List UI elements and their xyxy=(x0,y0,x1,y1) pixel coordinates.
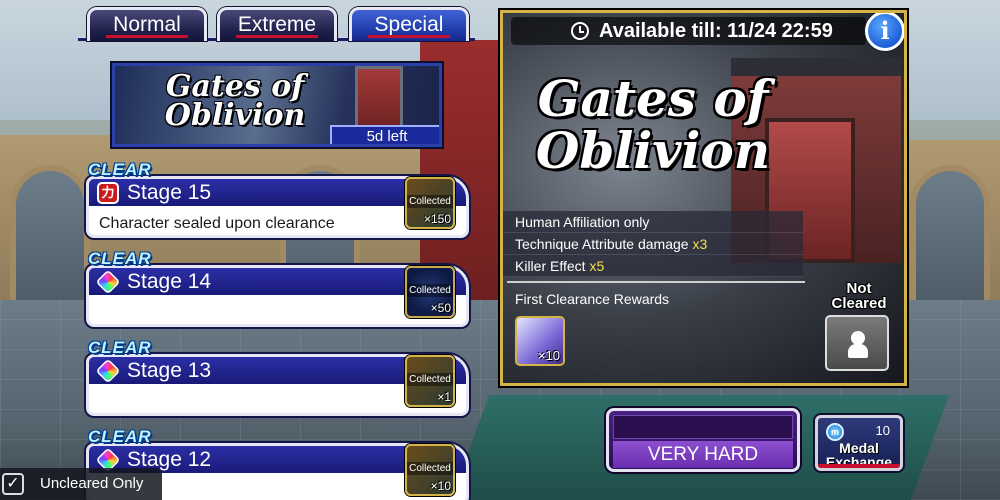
not-cleared-line2: Cleared xyxy=(831,295,887,312)
availability-bar: Available till: 11/24 22:59 xyxy=(511,17,866,45)
medal-coin-icon: m xyxy=(826,423,844,441)
stage-item-13[interactable]: CLEAR Stage 13 Collected ×1 xyxy=(86,338,469,416)
reward-quantity: ×10 xyxy=(537,348,560,363)
medal-label-line1: Medal xyxy=(839,440,879,456)
reward-quantity: ×10 xyxy=(430,479,451,493)
event-banner-title: Gates of Oblivion xyxy=(145,69,325,133)
reward-quantity: ×50 xyxy=(430,301,451,315)
tab-extreme[interactable]: Extreme xyxy=(217,7,337,41)
clear-tag: CLEAR xyxy=(88,249,152,268)
tab-special[interactable]: Special xyxy=(349,7,469,41)
collected-label: Collected xyxy=(407,373,453,386)
rainbow-attribute-icon xyxy=(95,358,121,384)
condition-text: Killer Effect xyxy=(515,258,590,274)
detail-title-line1: Gates of xyxy=(537,69,769,128)
stage-name: Stage 15 xyxy=(127,181,212,204)
condition-row: Human Affiliation only xyxy=(503,211,803,233)
checkbox[interactable]: ✓ xyxy=(2,473,24,495)
stage-conditions: Human Affiliation only Technique Attribu… xyxy=(503,211,803,277)
tab-accent-bar xyxy=(236,35,318,38)
collected-label: Collected xyxy=(407,462,453,475)
power-icon: 力 xyxy=(97,182,119,204)
event-detail-panel: Available till: 11/24 22:59 i Gates of O… xyxy=(500,10,907,386)
stage-reward-icon[interactable]: Collected ×50 xyxy=(405,266,455,318)
tab-accent-bar xyxy=(368,35,450,38)
not-cleared-line1: Not xyxy=(846,280,872,297)
tab-label: Special xyxy=(374,13,444,36)
stage-name: Stage 14 xyxy=(127,270,212,293)
stage-reward-icon[interactable]: Collected ×1 xyxy=(405,355,455,407)
difficulty-start-button[interactable]: VERY HARD xyxy=(606,408,800,472)
event-detail-title: Gates of Oblivion xyxy=(523,73,783,177)
tab-accent-bar xyxy=(106,35,188,38)
clock-icon xyxy=(571,22,589,40)
medal-accent-bar xyxy=(818,464,900,468)
first-clearance-label: First Clearance Rewards xyxy=(515,291,670,307)
event-banner[interactable]: Gates of Oblivion 5d left xyxy=(112,63,442,147)
difficulty-label: VERY HARD xyxy=(613,441,793,468)
rainbow-attribute-icon xyxy=(95,269,121,295)
tab-label: Normal xyxy=(113,13,181,36)
uncleared-only-toggle[interactable]: ✓ Uncleared Only xyxy=(0,468,162,500)
stage-name: Stage 13 xyxy=(127,359,212,382)
divider xyxy=(507,281,805,283)
difficulty-tabs: Normal Extreme Special xyxy=(80,3,475,41)
available-till-text: Available till: 11/24 22:59 xyxy=(599,20,833,42)
stage-list[interactable]: CLEAR 力 Stage 15 Character sealed upon c… xyxy=(0,160,480,500)
condition-text: Technique Attribute damage xyxy=(515,236,693,252)
condition-multiplier: x5 xyxy=(589,258,605,274)
locked-character-icon[interactable] xyxy=(825,315,889,371)
silhouette-icon xyxy=(848,331,868,358)
tab-label: Extreme xyxy=(237,13,317,36)
first-clear-reward-icon[interactable]: ×10 xyxy=(515,316,565,366)
info-icon[interactable]: i xyxy=(865,13,904,51)
reward-quantity: ×1 xyxy=(437,390,451,404)
condition-multiplier: x3 xyxy=(692,236,708,252)
days-left-badge: 5d left xyxy=(330,125,439,144)
clear-tag: CLEAR xyxy=(88,160,152,179)
uncleared-only-label: Uncleared Only xyxy=(40,475,144,492)
collected-label: Collected xyxy=(407,284,453,297)
stage-item-15[interactable]: CLEAR 力 Stage 15 Character sealed upon c… xyxy=(86,160,469,238)
condition-row: Killer Effect x5 xyxy=(503,255,803,277)
arch xyxy=(910,165,990,310)
event-title-line1: Gates of xyxy=(165,69,305,104)
tab-normal[interactable]: Normal xyxy=(87,7,207,41)
clear-tag: CLEAR xyxy=(88,427,152,446)
event-title-line2: Oblivion xyxy=(164,98,306,133)
stage-reward-icon[interactable]: Collected ×150 xyxy=(405,177,455,229)
difficulty-top-strip xyxy=(613,415,793,439)
collected-label: Collected xyxy=(407,195,453,208)
clear-tag: CLEAR xyxy=(88,338,152,357)
stage-description: Character sealed upon clearance xyxy=(99,215,335,232)
detail-title-line2: Oblivion xyxy=(535,121,771,180)
reward-quantity: ×150 xyxy=(423,212,451,226)
condition-row: Technique Attribute damage x3 xyxy=(503,233,803,255)
stage-item-14[interactable]: CLEAR Stage 14 Collected ×50 xyxy=(86,249,469,327)
not-cleared-status: Not Cleared xyxy=(819,281,899,311)
stage-reward-icon[interactable]: Collected ×10 xyxy=(405,444,455,496)
medal-count: 10 xyxy=(875,423,890,438)
medal-exchange-button[interactable]: m 10 Medal Exchange xyxy=(815,415,903,471)
condition-text: Human Affiliation only xyxy=(515,214,650,230)
